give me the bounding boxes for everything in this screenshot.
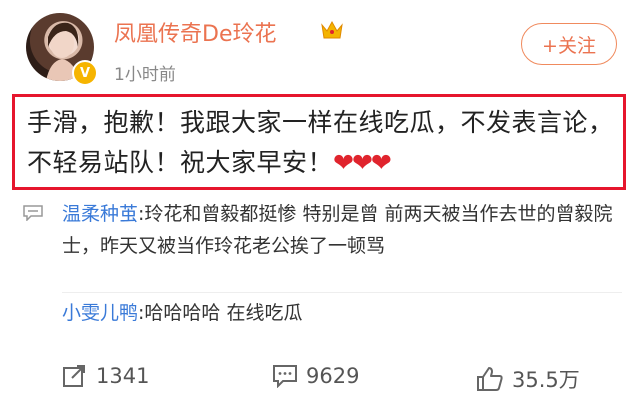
heart-emojis: ❤❤❤ [333,148,392,177]
follow-button[interactable]: +关注 [521,23,617,65]
comment-item: 小雯儿鸭:哈哈哈哈 在线吃瓜 [62,297,622,329]
comment-icon [23,205,43,221]
post-time: 1小时前 [114,65,176,85]
post-text: 手滑，抱歉！我跟大家一样在线吃瓜，不发表言论，不轻易站队！祝大家早安！❤❤❤ [27,103,615,183]
comment-item: 温柔种茧:玲花和曾毅都挺惨 特别是曾 前两天被当作去世的曾毅院士，昨天又被当作玲… [62,198,622,262]
crown-icon [321,20,343,39]
comment-author[interactable]: 小雯儿鸭 [62,302,138,324]
post-content-box: 手滑，抱歉！我跟大家一样在线吃瓜，不发表言论，不轻易站队！祝大家早安！❤❤❤ [12,94,626,190]
like-count: 35.5万 [512,368,580,392]
like-button[interactable]: 35.5万 [476,364,580,394]
username[interactable]: 凤凰传奇De玲花 [114,16,276,48]
comment-author[interactable]: 温柔种茧 [62,203,138,225]
action-bar: 1341 9629 35.5万 [0,360,641,400]
comment-bubble-icon [273,365,297,388]
repost-count: 1341 [96,364,150,388]
comment-divider [62,292,622,293]
thumbs-up-icon [477,367,503,391]
comment-text: :哈哈哈哈 在线吃瓜 [138,302,303,324]
repost-icon [63,365,85,387]
repost-button[interactable]: 1341 [62,364,149,388]
verified-badge-icon: V [72,60,98,86]
post-body: 手滑，抱歉！我跟大家一样在线吃瓜，不发表言论，不轻易站队！祝大家早安！ [27,108,614,177]
comment-text: :玲花和曾毅都挺惨 特别是曾 前两天被当作去世的曾毅院士，昨天又被当作玲花老公挨… [62,203,613,257]
comment-button[interactable]: 9629 [272,364,359,388]
comment-count: 9629 [306,364,360,388]
